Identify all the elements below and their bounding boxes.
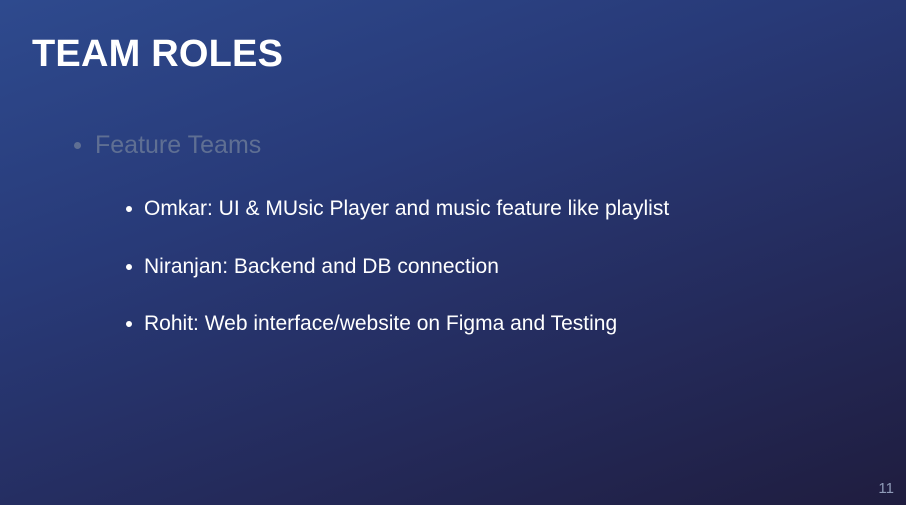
- team-role-text: Rohit: Web interface/website on Figma an…: [144, 312, 618, 335]
- team-role-item: Rohit: Web interface/website on Figma an…: [126, 309, 617, 339]
- bullet-dot-icon: [126, 321, 132, 327]
- team-role-text: Omkar: UI & MUsic Player and music featu…: [144, 197, 670, 220]
- bullet-feature-teams: Feature Teams: [74, 128, 261, 162]
- team-role-item: Omkar: UI & MUsic Player and music featu…: [126, 194, 669, 224]
- slide-page-number: 11: [878, 480, 894, 497]
- bullet-dot-icon: [126, 264, 132, 270]
- presentation-slide: TEAM ROLES Feature Teams Omkar: UI & MUs…: [0, 0, 906, 505]
- team-role-item: Niranjan: Backend and DB connection: [126, 252, 499, 282]
- team-role-text: Niranjan: Backend and DB connection: [144, 255, 499, 278]
- bullet-dot-icon: [74, 141, 81, 149]
- bullet-dot-icon: [126, 206, 132, 212]
- bullet-text: Feature Teams: [95, 131, 262, 159]
- slide-title: TEAM ROLES: [32, 33, 284, 75]
